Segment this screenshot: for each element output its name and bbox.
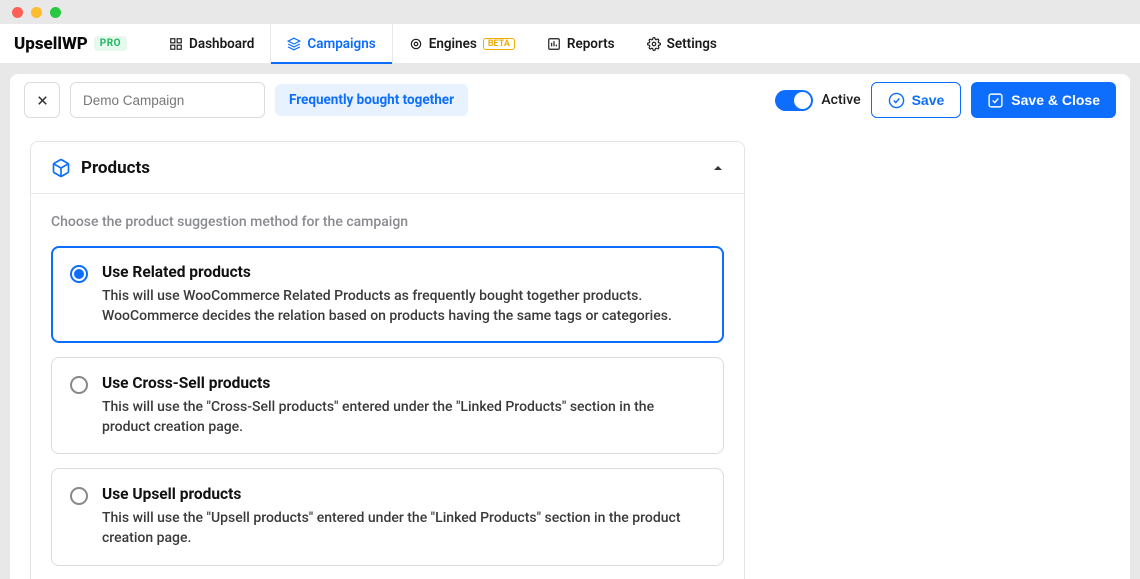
dashboard-icon	[169, 37, 183, 51]
tab-reports-label: Reports	[567, 36, 615, 52]
tab-settings-label: Settings	[667, 36, 717, 52]
brand-name: UpsellWP	[14, 34, 88, 54]
top-nav: UpsellWP PRO Dashboard Campaigns Engines…	[0, 24, 1140, 64]
beta-badge: BETA	[483, 38, 515, 50]
engine-icon	[409, 37, 423, 51]
products-panel: Products Choose the product suggestion m…	[30, 141, 745, 579]
tab-settings[interactable]: Settings	[631, 24, 733, 64]
active-toggle-label: Active	[821, 92, 860, 108]
pro-badge: PRO	[94, 36, 127, 51]
option-desc: This will use WooCommerce Related Produc…	[102, 287, 705, 326]
radio-related[interactable]	[70, 265, 88, 283]
reports-icon	[547, 37, 561, 51]
check-circle-icon	[888, 92, 905, 109]
layers-icon	[287, 37, 301, 51]
window-close-dot[interactable]	[12, 7, 23, 18]
package-icon	[51, 158, 71, 178]
products-panel-title: Products	[81, 158, 702, 178]
tab-engines-label: Engines	[429, 36, 477, 52]
window-max-dot[interactable]	[50, 7, 61, 18]
option-cross-sell[interactable]: Use Cross-Sell products This will use th…	[51, 357, 724, 454]
tab-dashboard-label: Dashboard	[189, 36, 254, 52]
active-toggle[interactable]	[775, 90, 813, 111]
option-desc: This will use the "Cross-Sell products" …	[102, 398, 705, 437]
radio-cross-sell[interactable]	[70, 376, 88, 394]
radio-upsell[interactable]	[70, 487, 88, 505]
option-title: Use Upsell products	[102, 485, 705, 503]
window-min-dot[interactable]	[31, 7, 42, 18]
helper-text: Choose the product suggestion method for…	[51, 214, 724, 230]
option-upsell[interactable]: Use Upsell products This will use the "U…	[51, 468, 724, 565]
campaign-type-chip: Frequently bought together	[275, 84, 468, 116]
close-icon	[35, 93, 50, 108]
option-title: Use Cross-Sell products	[102, 374, 705, 392]
window-titlebar	[0, 0, 1140, 24]
option-related-products[interactable]: Use Related products This will use WooCo…	[51, 246, 724, 343]
save-button-label: Save	[912, 92, 945, 108]
tab-campaigns[interactable]: Campaigns	[270, 24, 392, 64]
close-button[interactable]	[24, 82, 60, 118]
check-square-icon	[987, 92, 1004, 109]
campaign-name-input[interactable]	[70, 82, 265, 118]
gear-icon	[647, 37, 661, 51]
tab-reports[interactable]: Reports	[531, 24, 631, 64]
brand-logo: UpsellWP PRO	[14, 34, 127, 54]
tab-engines[interactable]: Engines BETA	[393, 24, 531, 64]
tab-campaigns-label: Campaigns	[307, 36, 375, 52]
option-title: Use Related products	[102, 263, 705, 281]
save-close-button-label: Save & Close	[1011, 92, 1100, 108]
editor-toolbar: Frequently bought together Active Save S…	[10, 74, 1130, 126]
tab-dashboard[interactable]: Dashboard	[153, 24, 270, 64]
products-panel-header[interactable]: Products	[31, 142, 744, 194]
option-desc: This will use the "Upsell products" ente…	[102, 509, 705, 548]
save-button[interactable]: Save	[871, 82, 962, 118]
chevron-up-icon	[712, 162, 724, 174]
save-close-button[interactable]: Save & Close	[971, 82, 1116, 118]
